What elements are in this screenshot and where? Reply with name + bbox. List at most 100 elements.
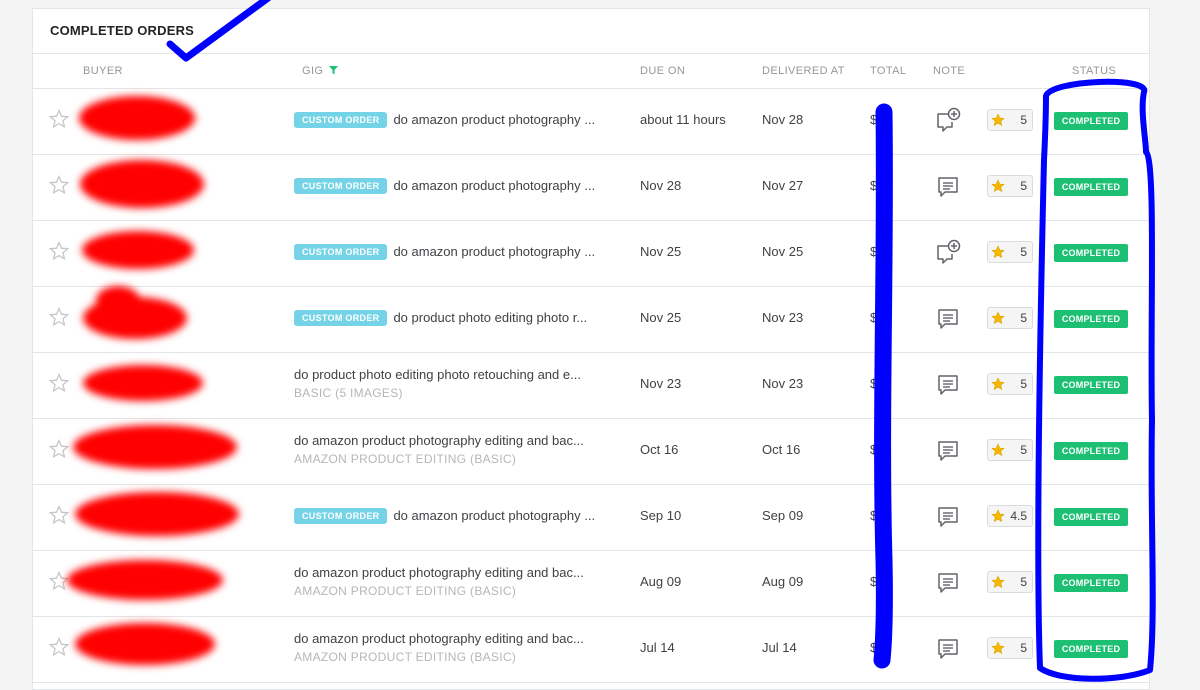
note-icon[interactable]: [935, 503, 961, 529]
rating-badge[interactable]: 5: [987, 109, 1033, 131]
order-total: $: [870, 640, 878, 655]
gig-title-link[interactable]: do amazon product photography ...: [393, 244, 595, 259]
due-date: Oct 16: [640, 442, 679, 457]
delivered-date: Nov 23: [762, 310, 804, 325]
panel-title: COMPLETED ORDERS: [50, 23, 195, 38]
rating-value: 5: [1020, 641, 1027, 655]
due-date: Aug 09: [640, 574, 682, 589]
order-total: $: [870, 376, 878, 391]
filter-icon[interactable]: [329, 66, 339, 78]
status-badge: COMPLETED: [1054, 178, 1128, 196]
delivered-date: Nov 23: [762, 376, 804, 391]
star-outline-icon[interactable]: [48, 372, 70, 393]
table-row[interactable]: CUSTOM ORDER do amazon product photograph…: [33, 485, 1149, 551]
column-header-due-on[interactable]: DUE ON: [640, 65, 685, 77]
buyer-cell-redacted[interactable]: [83, 235, 233, 271]
column-header-status[interactable]: STATUS: [1072, 65, 1116, 77]
gig-title-link[interactable]: do product photo editing photo retouchin…: [294, 367, 581, 382]
note-add-icon[interactable]: [935, 239, 961, 265]
table-row[interactable]: do amazon product photography editing an…: [33, 551, 1149, 617]
star-outline-icon[interactable]: [48, 636, 70, 657]
star-filled-icon: [991, 311, 1005, 325]
buyer-cell-redacted[interactable]: [83, 169, 233, 205]
rating-badge[interactable]: 4.5: [987, 505, 1033, 527]
star-outline-icon[interactable]: [48, 108, 70, 129]
status-badge: COMPLETED: [1054, 244, 1128, 262]
order-total: $: [870, 574, 878, 589]
due-date: Sep 10: [640, 508, 682, 523]
due-date: Nov 25: [640, 244, 682, 259]
star-filled-icon: [991, 641, 1005, 655]
note-icon[interactable]: [935, 569, 961, 595]
rating-badge[interactable]: 5: [987, 241, 1033, 263]
gig-cell: do amazon product photography editing an…: [294, 419, 614, 484]
buyer-cell-redacted[interactable]: [83, 631, 233, 667]
rating-badge[interactable]: 5: [987, 373, 1033, 395]
column-header-total[interactable]: TOTAL: [870, 65, 906, 77]
order-total: $: [870, 508, 878, 523]
delivered-date: Oct 16: [762, 442, 801, 457]
note-icon[interactable]: [935, 635, 961, 661]
column-header-gig-label: GIG: [302, 65, 324, 77]
star-outline-icon[interactable]: [48, 174, 70, 195]
buyer-cell-redacted[interactable]: [83, 103, 233, 139]
star-filled-icon: [991, 509, 1005, 523]
buyer-cell-redacted[interactable]: [83, 499, 233, 535]
gig-title-link[interactable]: do amazon product photography ...: [393, 508, 595, 523]
star-outline-icon[interactable]: [48, 438, 70, 459]
note-icon[interactable]: [935, 437, 961, 463]
rating-badge[interactable]: 5: [987, 307, 1033, 329]
due-date: Jul 14: [640, 640, 675, 655]
star-outline-icon[interactable]: [48, 504, 70, 525]
rating-value: 5: [1020, 443, 1027, 457]
table-row[interactable]: do product photo editing photo retouchin…: [33, 353, 1149, 419]
star-outline-icon[interactable]: [48, 306, 70, 327]
gig-title-link[interactable]: do product photo editing photo r...: [393, 310, 587, 325]
buyer-cell-redacted[interactable]: [83, 433, 233, 469]
gig-title-line: CUSTOM ORDER do amazon product photograph…: [294, 177, 595, 195]
star-filled-icon: [991, 443, 1005, 457]
status-badge: COMPLETED: [1054, 574, 1128, 592]
rating-badge[interactable]: 5: [987, 175, 1033, 197]
note-icon[interactable]: [935, 371, 961, 397]
table-row[interactable]: CUSTOM ORDER do amazon product photograph…: [33, 155, 1149, 221]
gig-title-link[interactable]: do amazon product photography ...: [393, 112, 595, 127]
column-header-gig[interactable]: GIG: [302, 65, 339, 78]
column-header-buyer[interactable]: BUYER: [83, 65, 123, 77]
delivered-date: Nov 27: [762, 178, 804, 193]
star-outline-icon[interactable]: [48, 570, 70, 591]
rating-badge[interactable]: 5: [987, 637, 1033, 659]
gig-cell: do product photo editing photo retouchin…: [294, 353, 614, 418]
gig-title-link[interactable]: do amazon product photography editing an…: [294, 433, 584, 448]
column-header-delivered-at[interactable]: DELIVERED AT: [762, 65, 845, 77]
column-header-note: NOTE: [933, 65, 966, 77]
custom-order-badge: CUSTOM ORDER: [294, 244, 388, 260]
table-row[interactable]: CUSTOM ORDER do amazon product photograph…: [33, 89, 1149, 155]
note-icon[interactable]: [935, 173, 961, 199]
status-badge: COMPLETED: [1054, 442, 1128, 460]
table-row[interactable]: CUSTOM ORDER do amazon product photograph…: [33, 221, 1149, 287]
table-row[interactable]: CUSTOM ORDER do product photo editing pho…: [33, 287, 1149, 353]
star-outline-icon[interactable]: [48, 240, 70, 261]
rating-value: 5: [1020, 113, 1027, 127]
gig-cell: CUSTOM ORDER do amazon product photograph…: [294, 485, 614, 550]
gig-package: AMAZON PRODUCT EDITING (BASIC): [294, 452, 517, 466]
rating-badge[interactable]: 5: [987, 571, 1033, 593]
note-add-icon[interactable]: [935, 107, 961, 133]
rating-badge[interactable]: 5: [987, 439, 1033, 461]
due-date: Nov 28: [640, 178, 682, 193]
due-date: Nov 23: [640, 376, 682, 391]
gig-title-link[interactable]: do amazon product photography ...: [393, 178, 595, 193]
due-date: about 11 hours: [640, 112, 726, 127]
gig-title-link[interactable]: do amazon product photography editing an…: [294, 631, 584, 646]
buyer-cell-redacted[interactable]: [83, 301, 233, 337]
gig-title-link[interactable]: do amazon product photography editing an…: [294, 565, 584, 580]
buyer-cell-redacted[interactable]: [83, 367, 233, 403]
table-row[interactable]: do amazon product photography editing an…: [33, 419, 1149, 485]
table-row[interactable]: do amazon product photography editing an…: [33, 617, 1149, 683]
status-badge: COMPLETED: [1054, 112, 1128, 130]
note-icon[interactable]: [935, 305, 961, 331]
buyer-cell-redacted[interactable]: [83, 565, 233, 601]
order-total: $: [870, 244, 878, 259]
gig-cell: do amazon product photography editing an…: [294, 617, 614, 682]
